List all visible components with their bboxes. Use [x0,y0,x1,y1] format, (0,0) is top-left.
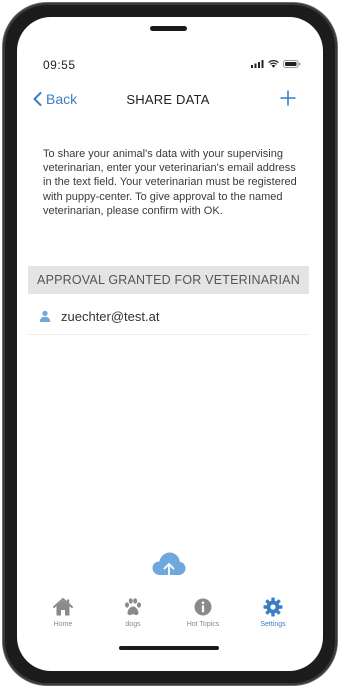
tab-bar: Home dogs Hot Topics Settings [28,596,308,636]
battery-icon [283,60,301,68]
status-time: 09:55 [43,58,76,72]
wifi-icon [268,60,279,68]
tab-label-dogs: dogs [125,621,141,628]
veterinarian-list-item[interactable]: zuechter@test.at [28,304,309,335]
tab-label-home: Home [53,621,73,628]
veterinarian-email: zuechter@test.at [61,308,160,324]
home-indicator [119,646,219,650]
tab-label-settings: Settings [260,621,286,628]
plus-icon[interactable] [278,88,298,108]
tab-home[interactable]: Home [28,596,98,636]
tab-label-hot-topics: Hot Topics [186,621,220,628]
gear-icon [263,597,283,617]
approval-section-header: APPROVAL GRANTED FOR VETERINARIAN [28,266,309,294]
cellular-signal-icon [251,60,264,68]
info-icon [194,598,212,616]
tab-settings[interactable]: Settings [238,596,308,636]
tab-dogs[interactable]: dogs [98,596,168,636]
cloud-upload-icon[interactable] [151,548,187,584]
user-icon [39,310,51,322]
speaker-notch [150,26,187,31]
share-instructions: To share your animal's data with your su… [43,148,297,217]
paw-icon [125,598,141,616]
status-icons [251,60,301,68]
home-icon [53,598,73,616]
tab-hot-topics[interactable]: Hot Topics [168,596,238,636]
